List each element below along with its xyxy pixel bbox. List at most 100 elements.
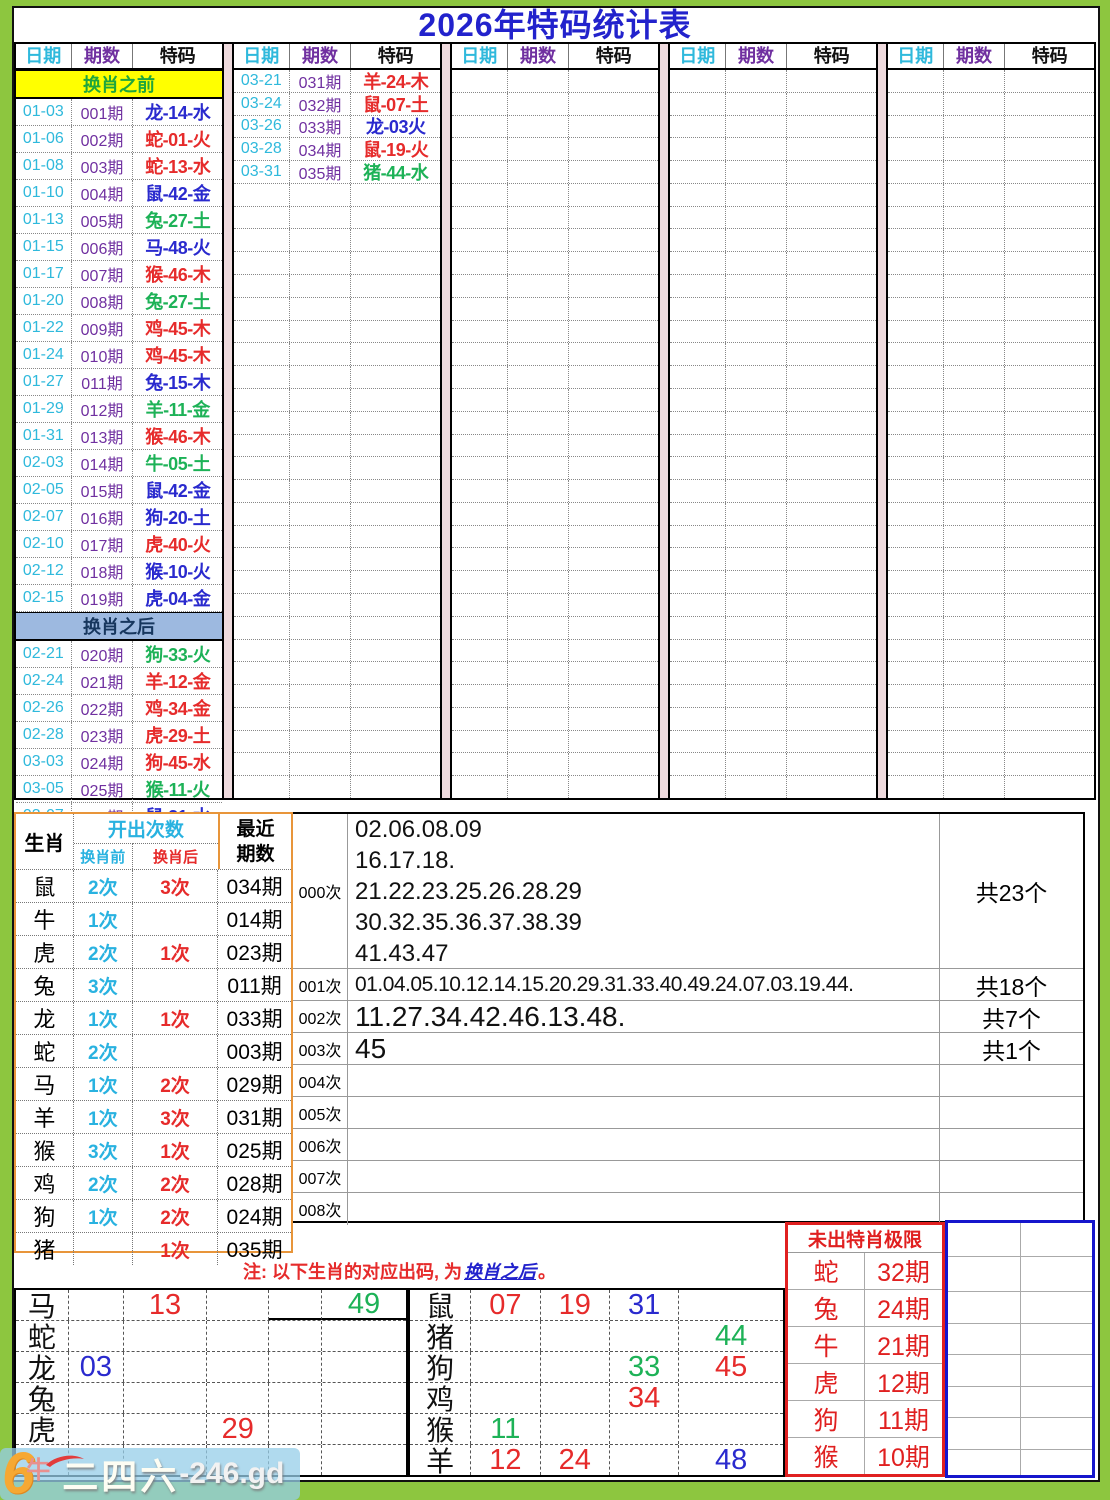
period-cell (726, 640, 788, 662)
period-cell (944, 412, 1006, 434)
top-table-header-row: 日期期数特码 (888, 44, 1094, 70)
code-cell: 虎-40-火 (133, 531, 222, 557)
top-table-row (888, 161, 1094, 184)
period-cell (290, 321, 352, 343)
date-cell (670, 343, 726, 365)
code-cell: 猴-46-木 (133, 261, 222, 287)
period-cell: 022期 (72, 695, 134, 721)
section-row: 换肖之前 (16, 70, 222, 99)
top-table-row (234, 503, 440, 526)
code-cell (569, 389, 658, 411)
top-table-row (888, 389, 1094, 412)
top-table-row: 01-31013期猴-46-木 (16, 423, 222, 450)
top-table-row (888, 617, 1094, 640)
code-cell (351, 776, 440, 798)
period-cell (290, 252, 352, 274)
top-table-row (670, 503, 876, 526)
bottom-left-row: 虎29 (16, 1414, 406, 1445)
top-table-row (670, 640, 876, 663)
top-table-row (452, 366, 658, 389)
code-cell (1005, 662, 1094, 684)
period-cell (508, 321, 570, 343)
date-cell (888, 435, 944, 457)
watermark-brand: 二四六 (62, 1448, 179, 1500)
stats-row: 虎2次1次023期 (16, 936, 291, 969)
code-cell (787, 161, 876, 183)
top-table-row (670, 161, 876, 184)
stats-recent-cell: 025期 (218, 1134, 291, 1166)
date-cell (452, 776, 508, 798)
period-cell (726, 548, 788, 570)
stats-row: 马1次2次029期 (16, 1068, 291, 1101)
date-cell (452, 343, 508, 365)
freq-row: 006次 (293, 1129, 1083, 1161)
top-table-group-2: 日期期数特码03-21031期羊-24-木03-24032期鼠-07-土03-2… (234, 44, 440, 798)
unreleased-zodiac-limit-box: 未出特肖极限 蛇32期兔24期牛21期虎12期狗11期猴10期 (785, 1222, 945, 1477)
limit-row: 狗11期 (788, 1401, 942, 1438)
period-cell (726, 753, 788, 775)
stats-before-cell: 1次 (74, 1002, 133, 1034)
period-cell (944, 480, 1006, 502)
note-highlight: 换肖之后 (464, 1258, 536, 1284)
code-cell (1005, 366, 1094, 388)
code-cell (351, 617, 440, 639)
top-table-row: 01-13005期兔-27-土 (16, 207, 222, 234)
number-cell (124, 1383, 207, 1413)
bottom-left-row: 龙03 (16, 1352, 406, 1383)
date-cell (670, 708, 726, 730)
date-cell (452, 229, 508, 251)
number-cell: 34 (610, 1383, 679, 1413)
bottom-right-zodiac-table: 鼠071931猪44狗3345鸡34猴11羊122448 (408, 1288, 785, 1477)
code-cell (787, 366, 876, 388)
top-table-row: 01-17007期猴-46-木 (16, 261, 222, 288)
date-cell (888, 343, 944, 365)
code-cell (351, 207, 440, 229)
stats-zodiac-cell: 龙 (16, 1002, 74, 1034)
period-cell (508, 548, 570, 570)
top-table-row (234, 366, 440, 389)
freq-row: 007次 (293, 1161, 1083, 1193)
period-cell: 005期 (72, 207, 134, 233)
code-column-header: 特码 (133, 44, 222, 68)
freq-label: 008次 (293, 1193, 348, 1225)
number-cell (69, 1383, 124, 1413)
period-cell (944, 366, 1006, 388)
code-cell (1005, 640, 1094, 662)
period-cell (290, 548, 352, 570)
period-cell (726, 435, 788, 457)
period-cell (944, 526, 1006, 548)
top-table-group-3: 日期期数特码 (452, 44, 658, 798)
code-cell (351, 229, 440, 251)
freq-numbers (348, 1193, 940, 1225)
top-table-group-1: 日期期数特码换肖之前01-03001期龙-14-水01-06002期蛇-01-火… (16, 44, 222, 798)
top-table-row (670, 366, 876, 389)
stats-zodiac-cell: 狗 (16, 1200, 74, 1232)
stats-recent-cell: 011期 (218, 969, 291, 1001)
top-table-row (888, 138, 1094, 161)
group-separator (876, 44, 888, 798)
stats-row: 龙1次1次033期 (16, 1002, 291, 1035)
date-cell (888, 321, 944, 343)
number-cell (679, 1290, 783, 1320)
stats-zodiac-cell: 蛇 (16, 1035, 74, 1067)
date-cell: 01-08 (16, 153, 72, 179)
code-cell (569, 480, 658, 502)
number-cell (269, 1352, 322, 1382)
code-cell (351, 389, 440, 411)
zodiac-cell: 龙 (16, 1352, 69, 1382)
period-cell (290, 731, 352, 753)
top-table-row: 01-15006期马-48-火 (16, 234, 222, 261)
freq-numbers-line: 30.32.35.36.37.38.39 (355, 907, 939, 938)
top-table-row (234, 526, 440, 549)
period-cell (508, 298, 570, 320)
code-cell (569, 548, 658, 570)
period-cell (944, 776, 1006, 798)
period-cell: 019期 (72, 585, 134, 611)
top-table-row (452, 617, 658, 640)
period-cell: 020期 (72, 641, 134, 667)
date-cell (888, 252, 944, 274)
top-table-group-4: 日期期数特码 (670, 44, 876, 798)
date-cell: 01-06 (16, 126, 72, 152)
limit-zodiac-cell: 蛇 (788, 1253, 865, 1289)
top-table-row (670, 526, 876, 549)
